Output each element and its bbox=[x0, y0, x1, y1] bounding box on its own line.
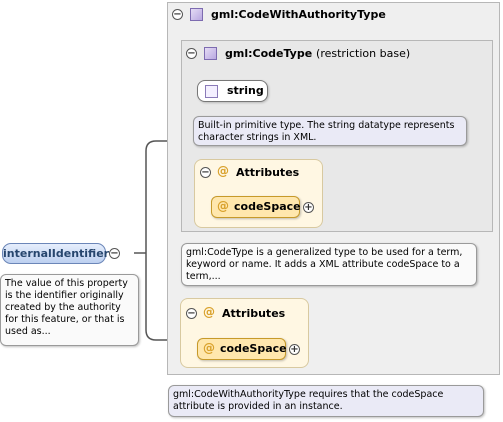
inner-codespace-expand-icon[interactable]: + bbox=[303, 202, 314, 213]
outer-codespace-label: codeSpace bbox=[220, 342, 287, 355]
inner-type-note: gml:CodeType is a generalized type to be… bbox=[181, 243, 477, 286]
inner-type-collapse-icon[interactable]: − bbox=[186, 48, 197, 59]
inner-type-suffix: (restriction base) bbox=[316, 47, 411, 60]
outer-codespace-attribute[interactable]: @ codeSpace bbox=[197, 338, 287, 360]
outer-type-note: gml:CodeWithAuthorityType requires that … bbox=[168, 385, 484, 417]
element-collapse-icon[interactable]: − bbox=[109, 248, 120, 259]
outer-attributes-collapse-icon[interactable]: − bbox=[186, 308, 197, 319]
inner-type-title: gml:CodeType (restriction base) bbox=[225, 47, 410, 60]
inner-codespace-attribute[interactable]: @ codeSpace bbox=[211, 196, 301, 218]
inner-attributes-collapse-icon[interactable]: − bbox=[200, 167, 211, 178]
attribute-at-icon: @ bbox=[203, 341, 215, 355]
string-type-note: Built-in primitive type. The string data… bbox=[193, 116, 467, 146]
attribute-at-icon: @ bbox=[203, 305, 215, 319]
outer-type-collapse-icon[interactable]: − bbox=[172, 9, 183, 20]
attribute-at-icon: @ bbox=[217, 199, 229, 213]
complex-type-icon bbox=[190, 8, 203, 21]
inner-codespace-label: codeSpace bbox=[234, 200, 301, 213]
inner-attributes-label: Attributes bbox=[236, 166, 300, 179]
inner-type-name: gml:CodeType bbox=[225, 47, 313, 60]
simple-type-icon bbox=[205, 85, 218, 98]
complex-type-icon bbox=[204, 47, 217, 60]
attribute-at-icon: @ bbox=[217, 164, 229, 178]
string-type-node[interactable]: string bbox=[197, 80, 268, 102]
outer-codespace-expand-icon[interactable]: + bbox=[289, 344, 300, 355]
string-type-label: string bbox=[227, 84, 264, 97]
element-note: The value of this property is the identi… bbox=[0, 274, 139, 346]
internal-identifier-element[interactable]: internalIdentifier bbox=[2, 243, 109, 264]
outer-type-title: gml:CodeWithAuthorityType bbox=[211, 8, 386, 21]
outer-attributes-label: Attributes bbox=[222, 307, 286, 320]
